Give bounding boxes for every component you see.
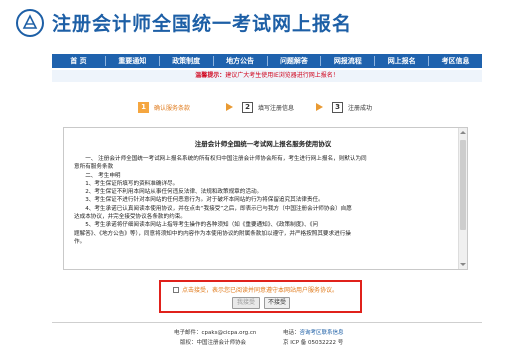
agreement-line: 达成本协议，并完全接受协议各条款的约束。	[74, 214, 186, 221]
nav-item-register[interactable]: 网上报名	[375, 54, 428, 68]
accept-checkbox[interactable]	[173, 286, 179, 293]
footer-copyright: 版权：中国注册会计师协会	[180, 338, 246, 346]
agreement-line: 1、考生保证所填写的资料准确详尽。	[74, 180, 179, 187]
step-confirm-terms: 1 确认服务条款	[138, 100, 190, 114]
footer-copyright-label: 版权：	[180, 340, 197, 346]
site-title: 注册会计师全国统一考试网上报名	[52, 13, 353, 35]
footer-phone: 电话：咨询考区联系信息	[283, 328, 344, 336]
step-arrow-icon	[316, 103, 323, 111]
agreement-line: 3、考生保证不进行针对本网站的任何恶意行为。对于破坏本网站的行为将保留追究其法律…	[74, 197, 324, 204]
step-number: 2	[242, 101, 253, 113]
tip-bar: 温馨提示：建议广大考生使用IE浏览器进行网上报名！	[52, 70, 482, 82]
agreement-content: 注册会计师全国统一考试网上报名服务使用协议 一、 注册会计师全国统一考试网上报名…	[74, 138, 452, 246]
nav-item-process[interactable]: 网报流程	[321, 54, 374, 68]
agreement-title: 注册会计师全国统一考试网上报名服务使用协议	[194, 140, 332, 148]
nav-item-notices[interactable]: 重要通知	[106, 54, 159, 68]
scroll-down-arrow-icon[interactable]	[460, 263, 466, 266]
nav-item-local-announcements[interactable]: 地方公告	[214, 54, 267, 68]
step-success: 3 注册成功	[332, 100, 372, 114]
accept-button[interactable]: 我接受	[232, 297, 260, 309]
step-number: 3	[332, 101, 343, 113]
main-nav: 首 页 重要通知 政策制度 地方公告 问题解答 网报流程 网上报名 考区信息	[52, 54, 482, 68]
footer-divider	[52, 322, 482, 323]
agreement-line: 作。	[74, 238, 86, 245]
footer-phone-label: 电话：	[283, 330, 300, 336]
scroll-thumb[interactable]	[460, 140, 466, 230]
accept-area: 点击接受，表示您已阅读并同意遵守本网站用户服务协议。 我接受 不接受	[159, 280, 362, 313]
nav-item-faq[interactable]: 问题解答	[268, 54, 321, 68]
step-arrow-icon	[226, 103, 233, 111]
footer-contact: 电子邮件：cpaks@cicpa.org.cn	[174, 328, 256, 336]
agreement-scrollbar[interactable]	[458, 128, 467, 269]
agreement-line: 2、考生保证不利用本网站从事任何违反法律、法规和政策规章的活动。	[74, 189, 263, 196]
agreement-line: 意所有服务条款	[74, 164, 114, 171]
agreement-line: 4、考生承诺已认真阅读本使用协议，并在点击“我接受”之后，即表示已与我方（中国注…	[74, 205, 352, 212]
step-label: 确认服务条款	[154, 104, 191, 112]
cicpa-logo-icon	[16, 9, 44, 37]
accept-checkbox-label[interactable]: 点击接受，表示您已阅读并同意遵守本网站用户服务协议。	[182, 285, 338, 294]
decline-button[interactable]: 不接受	[264, 297, 290, 309]
nav-item-policies[interactable]: 政策制度	[160, 54, 213, 68]
accept-checkbox-row[interactable]: 点击接受，表示您已阅读并同意遵守本网站用户服务协议。	[173, 285, 338, 294]
step-number: 1	[138, 101, 149, 113]
step-label: 填写注册信息	[258, 104, 295, 112]
footer-copyright-owner: 中国注册会计师协会	[196, 340, 247, 346]
tip-key: 温馨提示：	[195, 72, 226, 79]
agreement-box[interactable]: 注册会计师全国统一考试网上报名服务使用协议 一、 注册会计师全国统一考试网上报名…	[63, 127, 468, 270]
scroll-up-arrow-icon[interactable]	[460, 131, 466, 134]
agreement-line: 5、考生承诺将仔细阅读本网站上指导考生操作的各种须知（如《重要通知》、《政策制度…	[74, 222, 319, 229]
header: 注册会计师全国统一考试网上报名	[0, 0, 530, 53]
footer-email[interactable]: cpaks@cicpa.org.cn	[202, 330, 257, 336]
footer-email-label: 电子邮件：	[174, 330, 202, 336]
step-fill-info: 2 填写注册信息	[242, 100, 294, 114]
nav-item-home[interactable]: 首 页	[52, 54, 105, 68]
tip-text: 建议广大考生使用IE浏览器进行网上报名！	[225, 72, 339, 79]
agreement-line: 一、 注册会计师全国统一考试网上报名系统的所有权归中国注册会计师协会所有，考生进…	[74, 156, 367, 162]
footer-phone-link[interactable]: 咨询考区联系信息	[300, 330, 344, 336]
footer-icp: 京 ICP 备 05032222 号	[283, 340, 344, 346]
agreement-line: 二、 考生申明	[74, 172, 121, 179]
nav-item-exam-areas[interactable]: 考区信息	[429, 54, 482, 68]
agreement-line: 题解答》、《地方公告》等），同意将须知中的内容作为本使用协议的附属条款加以遵守，…	[74, 230, 351, 237]
step-label: 注册成功	[348, 104, 373, 112]
